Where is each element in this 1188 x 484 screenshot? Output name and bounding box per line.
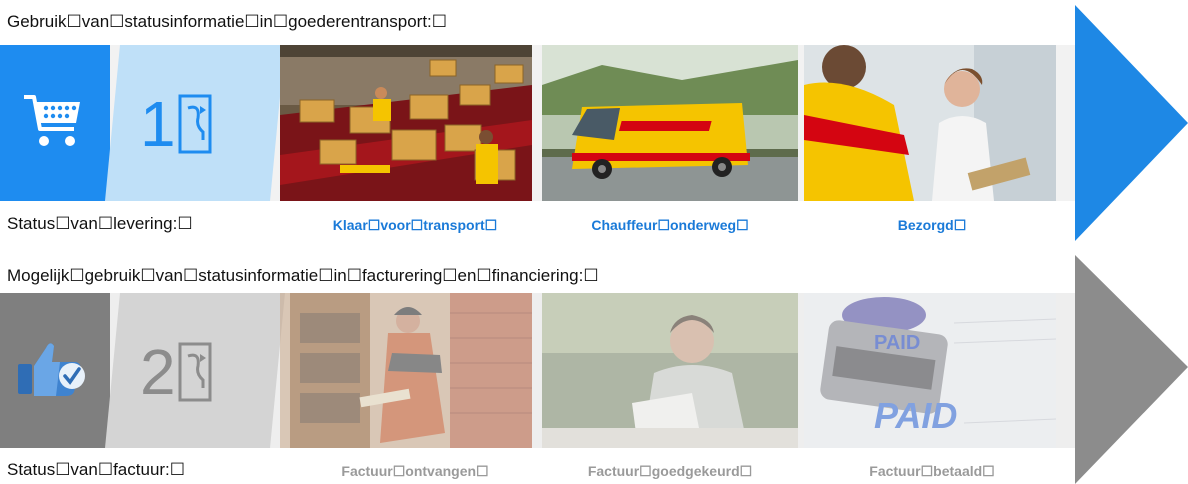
dhl-warehouse-photo bbox=[280, 45, 532, 201]
paid-stamp-text: PAID bbox=[874, 395, 957, 436]
row1-step-caption: Bezorgd☐ bbox=[897, 217, 967, 233]
row2-step-caption: Factuur☐goedgekeurd☐ bbox=[587, 463, 753, 479]
row2-step-caption: Factuur☐ontvangen☐ bbox=[341, 463, 489, 479]
row2-status-label: Status☐van☐factuur:☐ bbox=[7, 460, 186, 479]
row1-status-label: Status☐van☐levering:☐ bbox=[7, 214, 193, 233]
row2-step-number: 2 bbox=[140, 336, 176, 408]
mail-delivery-photo bbox=[280, 293, 532, 448]
man-reading-document-photo bbox=[542, 293, 798, 448]
paid-stamp-photo: PAID PAID bbox=[804, 293, 1056, 448]
thumbs-up-icon bbox=[18, 343, 85, 396]
row1-step-number: 1 bbox=[140, 88, 176, 160]
paid-stamp-text: PAID bbox=[874, 332, 920, 354]
dhl-van-photo bbox=[542, 45, 798, 201]
row2-heading: Mogelijk☐gebruik☐van☐statusinformatie☐in… bbox=[7, 266, 599, 285]
row1-heading: Gebruik☐van☐statusinformatie☐in☐goederen… bbox=[7, 12, 448, 31]
dhl-courier-delivery-photo bbox=[804, 45, 1056, 201]
row1-placeholder-glyph bbox=[178, 94, 212, 154]
shopping-cart-icon bbox=[24, 95, 80, 146]
row2-step-caption: Factuur☐betaald☐ bbox=[869, 463, 995, 479]
row1-step-caption: Klaar☐voor☐transport☐ bbox=[332, 217, 498, 233]
row2-placeholder-glyph bbox=[178, 342, 212, 402]
row1-step-caption: Chauffeur☐onderweg☐ bbox=[591, 217, 749, 233]
